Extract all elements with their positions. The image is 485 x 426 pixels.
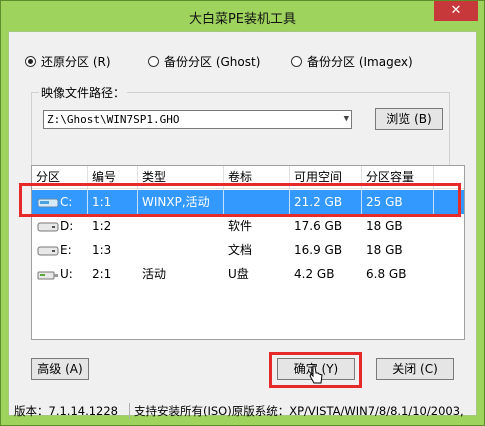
cell-label: 软件: [228, 219, 253, 233]
cell-label: U盘: [228, 267, 249, 281]
cell-free: 17.6 GB: [294, 219, 343, 233]
status-divider: [129, 403, 130, 419]
cell-partition: U:: [60, 267, 73, 281]
cell-number: 2:1: [92, 267, 112, 281]
cell-label: 文档: [228, 243, 253, 257]
selection-highlight-box: [19, 183, 461, 217]
title-bar[interactable]: 大白菜PE装机工具 ✕: [1, 1, 484, 31]
radio-backup-imagex[interactable]: 备份分区 (Imagex): [291, 53, 413, 70]
window-close-button[interactable]: ✕: [434, 1, 478, 21]
table-row[interactable]: E: 1:3 文档 16.9 GB 18 GB: [32, 238, 464, 262]
window-title: 大白菜PE装机工具: [188, 12, 297, 27]
table-row[interactable]: U: 2:1 活动 U盘 4.2 GB 6.8 GB: [32, 262, 464, 286]
app-window: 大白菜PE装机工具 ✕ 还原分区 (R) 备份分区 (Ghost) 备份分区 (…: [0, 0, 485, 426]
image-path-combo[interactable]: Z:\Ghost\WIN7SP1.GHO ▼: [43, 110, 352, 129]
radio-backup-ghost[interactable]: 备份分区 (Ghost): [148, 53, 260, 70]
image-path-value: Z:\Ghost\WIN7SP1.GHO: [47, 113, 180, 126]
radio-restore-partition[interactable]: 还原分区 (R): [25, 53, 111, 70]
status-bar: 版本：7.1.14.1228 支持安装所有(ISO)原版系统：XP/VISTA/…: [8, 400, 477, 422]
cell-type: [138, 214, 224, 238]
chevron-down-icon[interactable]: ▼: [344, 111, 349, 128]
table-row[interactable]: D: 1:2 软件 17.6 GB 18 GB: [32, 214, 464, 238]
cell-size: 18 GB: [366, 219, 403, 233]
advanced-button[interactable]: 高级 (A): [31, 358, 89, 380]
cell-partition: E:: [60, 243, 72, 257]
radio-backup-ghost-label: 备份分区 (Ghost): [164, 55, 261, 69]
radio-backup-imagex-label: 备份分区 (Imagex): [307, 55, 413, 69]
cell-size: 18 GB: [366, 243, 403, 257]
image-path-group: [31, 92, 450, 174]
cell-partition: D:: [60, 219, 74, 233]
radio-dot-icon: [291, 56, 302, 67]
cell-type: [138, 238, 224, 262]
cell-number: 1:2: [92, 219, 112, 233]
cell-size: 6.8 GB: [366, 267, 407, 281]
cell-free: 4.2 GB: [294, 267, 335, 281]
cell-free: 16.9 GB: [294, 243, 343, 257]
status-version: 版本：7.1.14.1228: [14, 404, 118, 418]
browse-button[interactable]: 浏览 (B): [375, 108, 443, 130]
cell-type: 活动: [142, 267, 167, 281]
cell-number: 1:3: [92, 243, 112, 257]
image-path-label: 映像文件路径：: [39, 84, 128, 101]
radio-dot-icon: [25, 56, 36, 67]
cursor-hand-icon: [309, 365, 323, 384]
radio-dot-icon: [148, 56, 159, 67]
radio-restore-label: 还原分区 (R): [41, 55, 111, 69]
status-support: 支持安装所有(ISO)原版系统：XP/VISTA/WIN7/8/8.1/10/2…: [134, 404, 464, 418]
close-button[interactable]: 关闭 (C): [376, 358, 454, 380]
client-area: 还原分区 (R) 备份分区 (Ghost) 备份分区 (Imagex) 映像文件…: [8, 31, 477, 416]
